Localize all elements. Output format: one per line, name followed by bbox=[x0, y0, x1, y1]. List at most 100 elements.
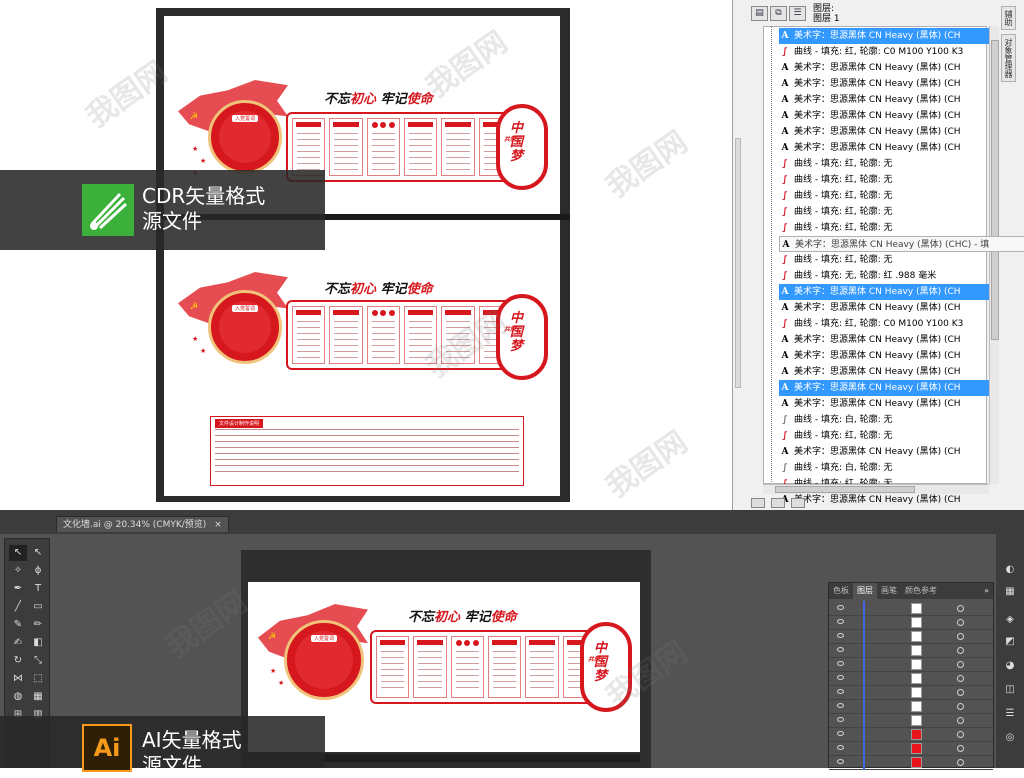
tab-brushes[interactable]: 画笔 bbox=[877, 583, 901, 599]
visibility-eye-icon[interactable] bbox=[837, 703, 844, 708]
object-row-curve[interactable]: ∫ 曲线 - 填充: 红, 轮廓: 无 bbox=[779, 220, 991, 236]
scale-tool-icon[interactable]: ⤡ bbox=[29, 653, 47, 669]
object-row-curve[interactable]: ∫ 曲线 - 填充: 红, 轮廓: 无 bbox=[779, 156, 991, 172]
rotate-tool-icon[interactable]: ↻ bbox=[9, 653, 27, 669]
tab-object-manager[interactable]: 对象管理器 bbox=[1001, 34, 1016, 82]
rectangle-tool-icon[interactable]: ▭ bbox=[29, 599, 47, 615]
layer-row[interactable] bbox=[829, 685, 993, 700]
object-list-horizontal-scrollbar[interactable] bbox=[763, 484, 989, 494]
layer-row[interactable] bbox=[829, 657, 993, 672]
new-master-layer-icon[interactable] bbox=[771, 498, 785, 508]
show-properties-icon[interactable]: ▤ bbox=[751, 6, 768, 21]
visibility-eye-icon[interactable] bbox=[837, 633, 844, 638]
visibility-eye-icon[interactable] bbox=[837, 717, 844, 722]
visibility-eye-icon[interactable] bbox=[837, 759, 844, 764]
visibility-eye-icon[interactable] bbox=[837, 689, 844, 694]
object-row-artistic-text[interactable]: A美术字：思源黑体 CN Heavy (黑体) (CH bbox=[779, 140, 991, 156]
layer-row[interactable] bbox=[829, 727, 993, 742]
target-circle-icon[interactable] bbox=[957, 661, 964, 668]
target-circle-icon[interactable] bbox=[957, 731, 964, 738]
object-row-artistic-text[interactable]: A美术字：思源黑体 CN Heavy (黑体) (CH bbox=[779, 348, 991, 364]
tab-color-guide[interactable]: 颜色参考 bbox=[901, 583, 941, 599]
color-guide-icon[interactable]: ▦ bbox=[1001, 584, 1019, 600]
magic-wand-tool-icon[interactable]: ✧ bbox=[9, 563, 27, 579]
blob-brush-tool-icon[interactable]: ✍ bbox=[9, 635, 27, 651]
document-tab[interactable]: 文化墙.ai @ 20.34% (CMYK/预览) × bbox=[56, 516, 229, 532]
target-circle-icon[interactable] bbox=[957, 633, 964, 640]
target-circle-icon[interactable] bbox=[957, 675, 964, 682]
object-row-artistic-text[interactable]: A美术字：思源黑体 CN Heavy (黑体) (CH bbox=[779, 124, 991, 140]
visibility-eye-icon[interactable] bbox=[837, 619, 844, 624]
object-row-artistic-text[interactable]: A 美术字：思源黑体 CN Heavy (黑体) (CHC) - 填 bbox=[779, 236, 1024, 252]
appearance-panel-icon[interactable]: ◕ bbox=[1001, 658, 1019, 674]
object-row-curve[interactable]: ∫ 曲线 - 填充: 红, 轮廓: 无 bbox=[779, 172, 991, 188]
direct-selection-tool-icon[interactable]: ↖ bbox=[29, 545, 47, 561]
pencil-tool-icon[interactable]: ✏ bbox=[29, 617, 47, 633]
pen-tool-icon[interactable]: ✒ bbox=[9, 581, 27, 597]
color-panel-icon[interactable]: ◐ bbox=[1001, 562, 1019, 578]
eraser-tool-icon[interactable]: ◧ bbox=[29, 635, 47, 651]
new-layer-icon[interactable] bbox=[751, 498, 765, 508]
visibility-eye-icon[interactable] bbox=[837, 731, 844, 736]
visibility-eye-icon[interactable] bbox=[837, 675, 844, 680]
swatches-panel-icon[interactable]: ◩ bbox=[1001, 634, 1019, 650]
object-row-artistic-text[interactable]: A美术字：思源黑体 CN Heavy (黑体) (CH bbox=[779, 28, 991, 44]
lasso-tool-icon[interactable]: ϕ bbox=[29, 563, 47, 579]
layer-row[interactable] bbox=[829, 629, 993, 644]
target-circle-icon[interactable] bbox=[957, 605, 964, 612]
object-row-curve[interactable]: ∫ 曲线 - 填充: 红, 轮廓: C0 M100 Y100 K3 bbox=[779, 44, 991, 60]
align-panel-icon[interactable]: ☰ bbox=[1001, 706, 1019, 722]
panel-collapse-icon[interactable]: » bbox=[980, 583, 993, 599]
layer-row[interactable] bbox=[829, 643, 993, 658]
layers-panel-icon[interactable]: ◈ bbox=[1001, 612, 1019, 628]
line-tool-icon[interactable]: ╱ bbox=[9, 599, 27, 615]
target-circle-icon[interactable] bbox=[957, 647, 964, 654]
target-circle-icon[interactable] bbox=[957, 759, 964, 766]
target-circle-icon[interactable] bbox=[957, 703, 964, 710]
object-row-artistic-text[interactable]: A美术字：思源黑体 CN Heavy (黑体) (CH bbox=[779, 444, 991, 460]
graphic-styles-icon[interactable]: ◫ bbox=[1001, 682, 1019, 698]
object-row-artistic-text[interactable]: A美术字：思源黑体 CN Heavy (黑体) (CH bbox=[779, 60, 991, 76]
selection-tool-icon[interactable]: ↖ bbox=[9, 545, 27, 561]
layer-row[interactable] bbox=[829, 699, 993, 714]
visibility-eye-icon[interactable] bbox=[837, 661, 844, 666]
object-row-curve[interactable]: ∫ 曲线 - 填充: 红, 轮廓: 无 bbox=[779, 204, 991, 220]
target-circle-icon[interactable] bbox=[957, 619, 964, 626]
visibility-eye-icon[interactable] bbox=[837, 745, 844, 750]
left-scrollbar[interactable] bbox=[733, 18, 743, 494]
object-row-artistic-text[interactable]: A美术字：思源黑体 CN Heavy (黑体) (CH bbox=[779, 76, 991, 92]
target-circle-icon[interactable] bbox=[957, 717, 964, 724]
object-row-curve[interactable]: ∫ 曲线 - 填充: 红, 轮廓: 无 bbox=[779, 188, 991, 204]
object-row-artistic-text[interactable]: A美术字：思源黑体 CN Heavy (黑体) (CH bbox=[779, 396, 991, 412]
object-row-curve[interactable]: ∫ 曲线 - 填充: 无, 轮廓: 红 .988 毫米 bbox=[779, 268, 991, 284]
object-row-artistic-text[interactable]: A美术字：思源黑体 CN Heavy (黑体) (CH bbox=[779, 300, 991, 316]
tab-hints[interactable]: 辅助 bbox=[1001, 6, 1016, 30]
object-row-artistic-text[interactable]: A美术字：思源黑体 CN Heavy (黑体) (CH bbox=[779, 364, 991, 380]
transparency-panel-icon[interactable]: ◎ bbox=[1001, 730, 1019, 746]
visibility-eye-icon[interactable] bbox=[837, 647, 844, 652]
visibility-eye-icon[interactable] bbox=[837, 605, 844, 610]
target-circle-icon[interactable] bbox=[957, 689, 964, 696]
layer-row[interactable] bbox=[829, 615, 993, 630]
delete-icon[interactable] bbox=[791, 498, 805, 508]
tab-layers[interactable]: 图层 bbox=[853, 583, 877, 599]
object-row-artistic-text[interactable]: A美术字：思源黑体 CN Heavy (黑体) (CH bbox=[779, 284, 991, 300]
shape-builder-tool-icon[interactable]: ◍ bbox=[9, 689, 27, 705]
object-row-curve[interactable]: ∫ 曲线 - 填充: 红, 轮廓: C0 M100 Y100 K3 bbox=[779, 316, 991, 332]
object-row-curve[interactable]: ∫ 曲线 - 填充: 红, 轮廓: 无 bbox=[779, 428, 991, 444]
free-transform-tool-icon[interactable]: ⬚ bbox=[29, 671, 47, 687]
width-tool-icon[interactable]: ⋈ bbox=[9, 671, 27, 687]
layer-manager-view-icon[interactable]: ☰ bbox=[789, 6, 806, 21]
type-tool-icon[interactable]: T bbox=[29, 581, 47, 597]
tab-swatches[interactable]: 色板 bbox=[829, 583, 853, 599]
object-row-curve[interactable]: ∫ 曲线 - 填充: 白, 轮廓: 无 bbox=[779, 460, 991, 476]
paintbrush-tool-icon[interactable]: ✎ bbox=[9, 617, 27, 633]
object-row-artistic-text[interactable]: A美术字：思源黑体 CN Heavy (黑体) (CH bbox=[779, 492, 991, 508]
layer-row[interactable] bbox=[829, 601, 993, 616]
layer-row[interactable] bbox=[829, 713, 993, 728]
layer-row[interactable] bbox=[829, 741, 993, 756]
layer-row[interactable] bbox=[829, 671, 993, 686]
object-row-artistic-text[interactable]: A美术字：思源黑体 CN Heavy (黑体) (CH bbox=[779, 108, 991, 124]
edit-across-layers-icon[interactable]: ⧉ bbox=[770, 6, 787, 21]
object-list-vertical-scrollbar[interactable] bbox=[989, 26, 999, 484]
